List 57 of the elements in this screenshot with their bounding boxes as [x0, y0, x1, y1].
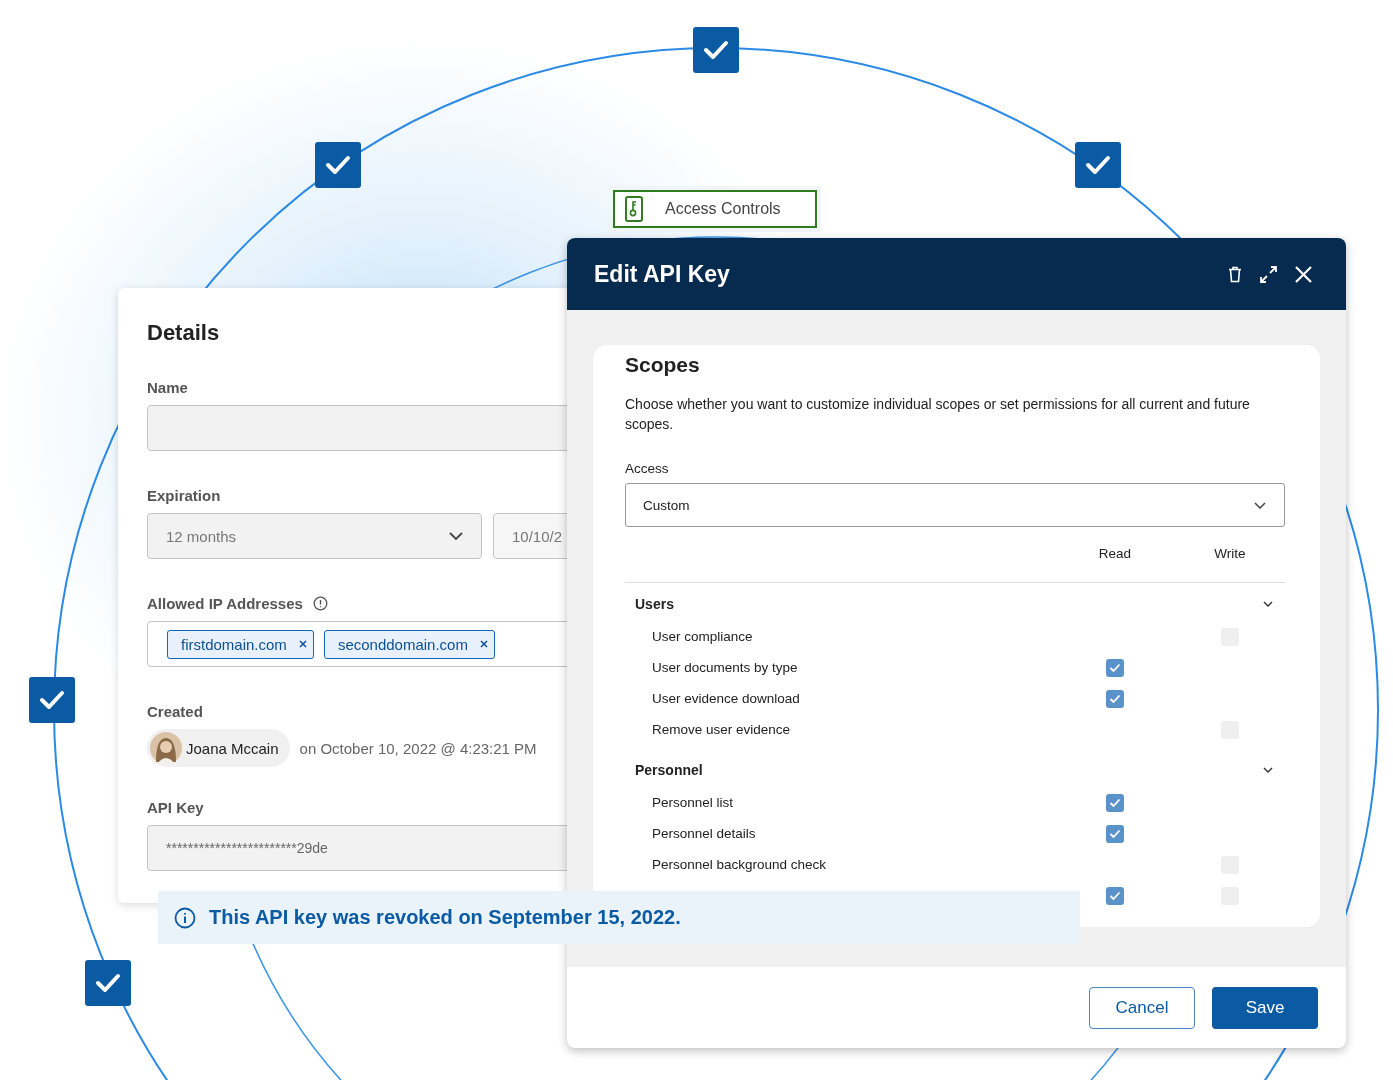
expand-icon[interactable] [1260, 265, 1277, 283]
notice-text: This API key was revoked on September 15, 2022. [209, 906, 681, 929]
column-header: Write [1213, 546, 1247, 561]
user-name: Joana Mccain [186, 739, 279, 757]
field-label: Allowed IP Addresses [147, 595, 303, 612]
key-icon [625, 196, 643, 222]
checkmark-badge-icon [315, 142, 361, 188]
check-icon [1109, 890, 1121, 901]
info-icon [312, 596, 328, 611]
scope-label: User compliance [652, 629, 754, 644]
scope-label: Personnel details [652, 826, 757, 841]
chevron-down-icon [449, 531, 463, 541]
field-label: Created [147, 703, 204, 720]
close-icon[interactable] [1295, 265, 1312, 283]
checkmark-badge-icon [1075, 142, 1121, 188]
access-dropdown[interactable]: Custom [625, 483, 1285, 527]
section-title: Scopes [625, 353, 701, 377]
section-description: Choose whether you want to customize individual scopes or set permissions for all current and future scopes. [625, 395, 1251, 434]
avatar [150, 732, 182, 764]
trash-icon[interactable] [1228, 265, 1242, 283]
checkmark-badge-icon [29, 677, 75, 723]
card-title: Details [147, 320, 221, 346]
chevron-down-icon[interactable] [1263, 765, 1273, 775]
cancel-button[interactable]: Cancel [1089, 986, 1195, 1029]
expiration-dropdown[interactable]: 12 months [147, 513, 482, 559]
scope-label: Personnel background check [652, 857, 828, 872]
checkbox[interactable] [1106, 886, 1124, 905]
tag-label: Access Controls [665, 200, 781, 218]
chevron-down-icon [1254, 501, 1266, 509]
field-label: Name [147, 379, 189, 396]
check-icon [1109, 662, 1121, 673]
column-header: Read [1097, 546, 1133, 561]
checkbox[interactable] [1106, 658, 1124, 677]
group-title: Users [635, 596, 675, 612]
scope-label: User evidence download [652, 691, 801, 706]
checkmark-badge-icon [85, 960, 131, 1006]
info-icon [174, 906, 196, 929]
checkbox[interactable] [1106, 793, 1124, 812]
checkmark-badge-icon [693, 27, 739, 73]
chevron-down-icon[interactable] [1263, 599, 1273, 609]
check-icon [1109, 797, 1121, 808]
checkbox[interactable] [1106, 824, 1124, 843]
field-label: API Key [147, 799, 205, 816]
check-icon [1109, 828, 1121, 839]
scope-label: Personnel list [652, 795, 735, 810]
field-label: Access [625, 461, 670, 476]
save-button[interactable]: Save [1212, 986, 1318, 1029]
checkbox[interactable] [1106, 689, 1124, 708]
check-icon [1109, 693, 1121, 704]
dialog-title: Edit API Key [594, 260, 731, 288]
scope-label: User documents by type [652, 660, 799, 675]
remove-icon[interactable] [298, 640, 307, 648]
field-label: Expiration [147, 487, 222, 504]
remove-icon[interactable] [479, 640, 488, 648]
scope-label: Remove user evidence [652, 722, 792, 737]
created-timestamp: on October 10, 2022 @ 4:23:21 PM [299, 739, 537, 757]
group-title: Personnel [635, 762, 704, 778]
